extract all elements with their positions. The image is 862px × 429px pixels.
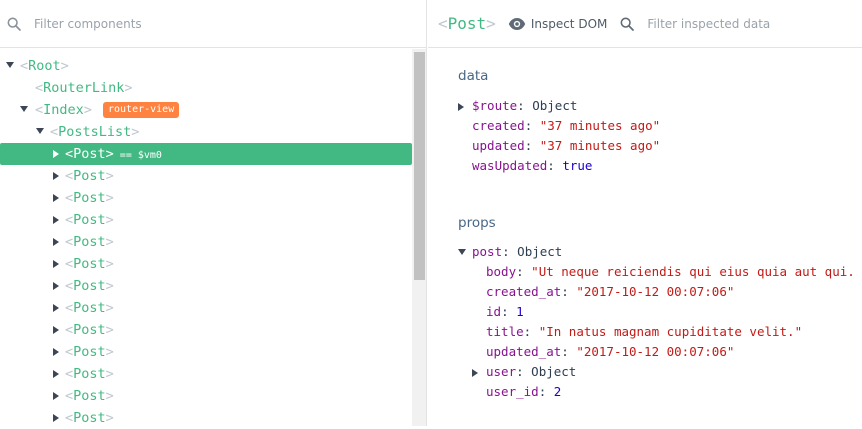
component-name: Post <box>73 322 106 338</box>
component-name: PostsList <box>58 124 132 140</box>
tree-node-post[interactable]: <Post> <box>0 187 412 209</box>
tree-node-post[interactable]: <Post> <box>0 363 412 385</box>
inspect-dom-label: Inspect DOM <box>530 16 608 31</box>
tree-node-post-selected[interactable]: <Post> == $vm0 <box>0 143 412 165</box>
props-section-title: props <box>458 215 496 231</box>
data-item-created: created: "37 minutes ago" <box>472 118 661 133</box>
prop-item-title: title: "In natus magnam cupiditate velit… <box>486 324 803 339</box>
router-view-badge: router-view <box>103 102 180 118</box>
expand-arrow-icon[interactable] <box>53 150 59 158</box>
expand-arrow-icon[interactable] <box>53 238 59 246</box>
filter-components-input[interactable] <box>32 15 366 32</box>
component-name: Post <box>73 168 106 184</box>
inspected-component-title: <Post> <box>438 14 496 33</box>
component-name: Index <box>43 102 84 118</box>
expand-arrow-icon[interactable] <box>53 260 59 268</box>
component-name: Root <box>28 58 61 74</box>
component-name: Post <box>73 410 106 426</box>
eye-icon <box>508 17 526 30</box>
component-tree: <Root> <RouterLink> <Index> router-view … <box>0 55 412 429</box>
data-item-updated: updated: "37 minutes ago" <box>472 138 661 153</box>
tree-scrollbar-thumb[interactable] <box>414 52 425 280</box>
tree-node-post[interactable]: <Post> <box>0 253 412 275</box>
tree-node-post[interactable]: <Post> <box>0 275 412 297</box>
component-name: Post <box>73 256 106 272</box>
filter-inspected-data-input[interactable] <box>645 15 830 32</box>
prop-item-body: body: "Ut neque reiciendis qui eius quia… <box>486 264 862 279</box>
expand-arrow-icon[interactable] <box>53 282 59 290</box>
expand-arrow-icon[interactable] <box>53 304 59 312</box>
component-name: Post <box>73 146 106 162</box>
component-name: Post <box>73 366 106 382</box>
expand-arrow-icon[interactable] <box>458 103 464 111</box>
search-icon <box>7 17 21 31</box>
tree-node-post[interactable]: <Post> <box>0 319 412 341</box>
inspect-dom-button[interactable]: Inspect DOM <box>508 15 608 33</box>
prop-item-user-id: user_id: 2 <box>486 384 562 399</box>
prop-item-created-at: created_at: "2017-10-12 00:07:06" <box>486 284 735 299</box>
tree-node-routerlink[interactable]: <RouterLink> <box>0 77 412 99</box>
component-name: Post <box>73 388 106 404</box>
expand-arrow-icon[interactable] <box>53 414 59 422</box>
search-icon <box>620 17 635 31</box>
tree-node-index[interactable]: <Index> router-view <box>0 99 412 121</box>
prop-item-id: id: 1 <box>486 304 524 319</box>
prop-item-post[interactable]: post: Object <box>458 242 562 262</box>
component-name: Post <box>73 190 106 206</box>
components-toolbar <box>0 0 426 48</box>
component-name: Post <box>73 234 106 250</box>
component-name: Post <box>73 278 106 294</box>
expand-arrow-icon[interactable] <box>53 172 59 180</box>
expand-arrow-icon[interactable] <box>53 194 59 202</box>
expand-arrow-icon[interactable] <box>53 326 59 334</box>
data-section-title: data <box>458 68 489 84</box>
expand-arrow-icon[interactable] <box>472 369 478 377</box>
tree-node-post[interactable]: <Post> <box>0 341 412 363</box>
vm-reference: == $vm0 <box>119 150 162 161</box>
tree-node-post[interactable]: <Post> <box>0 209 412 231</box>
inspector-pane: <Post> Inspect DOM data $route: Object c… <box>428 0 862 426</box>
tree-node-post[interactable]: <Post> <box>0 165 412 187</box>
data-item-route[interactable]: $route: Object <box>458 96 577 116</box>
component-name: Post <box>73 212 106 228</box>
collapse-arrow-icon[interactable] <box>36 128 44 134</box>
component-name: Post <box>73 300 106 316</box>
collapse-arrow-icon[interactable] <box>458 249 466 255</box>
expand-arrow-icon[interactable] <box>53 216 59 224</box>
prop-item-updated-at: updated_at: "2017-10-12 00:07:06" <box>486 344 735 359</box>
prop-item-user[interactable]: user: Object <box>472 362 576 382</box>
expand-arrow-icon[interactable] <box>53 348 59 356</box>
collapse-arrow-icon[interactable] <box>20 106 28 112</box>
tree-node-post[interactable]: <Post> <box>0 297 412 319</box>
collapse-arrow-icon[interactable] <box>6 62 14 68</box>
data-item-wasupdated: wasUpdated: true <box>472 158 593 173</box>
expand-arrow-icon[interactable] <box>53 392 59 400</box>
expand-arrow-icon[interactable] <box>53 370 59 378</box>
inspector-toolbar: <Post> Inspect DOM <box>428 0 862 48</box>
tree-node-post[interactable]: <Post> <box>0 385 412 407</box>
components-pane: <Root> <RouterLink> <Index> router-view … <box>0 0 427 426</box>
component-name: RouterLink <box>43 80 125 96</box>
tree-node-postslist[interactable]: <PostsList> <box>0 121 412 143</box>
tree-node-root[interactable]: <Root> <box>0 55 412 77</box>
component-name: Post <box>73 344 106 360</box>
tree-node-post[interactable]: <Post> <box>0 231 412 253</box>
